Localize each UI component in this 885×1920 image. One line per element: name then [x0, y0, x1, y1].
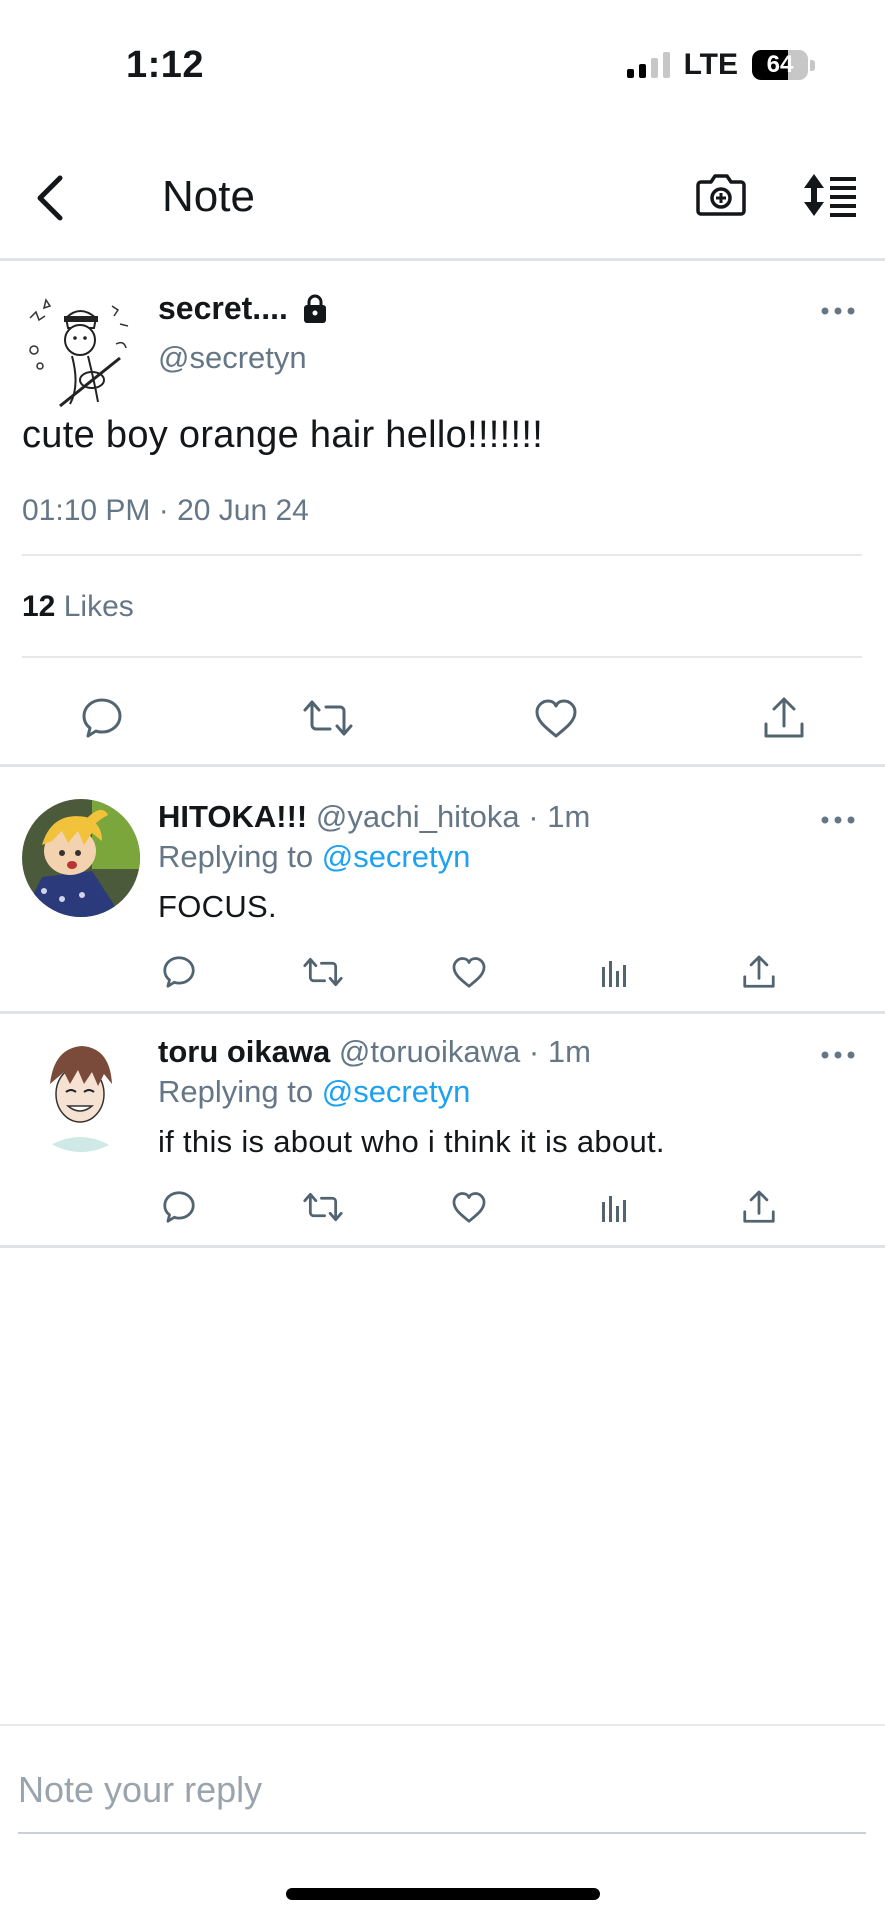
section-divider: [0, 1245, 885, 1248]
replying-to-label: Replying to: [158, 839, 314, 874]
heart-icon: [535, 699, 577, 738]
reply-author-name[interactable]: toru oikawa: [158, 1034, 330, 1069]
lock-icon: [300, 294, 330, 324]
reply-like-button[interactable]: [450, 1188, 488, 1226]
comment-icon: [82, 698, 122, 738]
reply-author-handle: @toruoikawa: [338, 1034, 521, 1069]
heart-icon: [452, 957, 486, 988]
reply-more-button[interactable]: [820, 813, 856, 827]
more-icon: [821, 307, 855, 315]
share-icon: [743, 955, 775, 988]
reply-author-name[interactable]: HITOKA!!!: [158, 799, 307, 834]
replying-to-label: Replying to: [158, 1074, 314, 1109]
retweet-icon: [303, 700, 353, 736]
reply-share-button[interactable]: [740, 953, 778, 991]
reply-time: · 1m: [528, 1034, 591, 1069]
reply-avatar[interactable]: [22, 799, 140, 917]
author-name[interactable]: secret....: [158, 290, 330, 327]
reply-item[interactable]: toru oikawa @toruoikawa · 1m Replying to…: [0, 1002, 885, 1234]
reply-comment-button[interactable]: [160, 1188, 198, 1226]
share-button[interactable]: [760, 694, 808, 742]
analytics-icon: [602, 1196, 626, 1222]
divider: [22, 656, 862, 658]
reply-analytics-button[interactable]: [596, 953, 634, 991]
anime-avatar-image: [22, 799, 140, 917]
back-button[interactable]: [30, 170, 70, 226]
sketch-avatar-image: [20, 288, 142, 410]
heart-icon: [452, 1192, 486, 1223]
status-icons: LTE 64: [626, 48, 815, 82]
likes-label: Likes: [63, 590, 134, 623]
replying-to-mention[interactable]: @secretyn: [322, 1074, 471, 1109]
reply-box-divider: [0, 1724, 885, 1726]
reply-input-underline: [18, 1832, 866, 1834]
battery-level: 64: [766, 51, 794, 78]
replying-to-mention[interactable]: @secretyn: [322, 839, 471, 874]
author-name-text: secret....: [158, 290, 288, 326]
note-actions: [0, 672, 885, 762]
note-timestamp: 01:10 PM · 20 Jun 24: [22, 494, 309, 527]
status-time: 1:12: [126, 44, 205, 86]
divider: [22, 554, 862, 556]
author-handle: @secretyn: [158, 340, 307, 375]
analytics-icon: [602, 961, 626, 987]
reply-author-handle: @yachi_hitoka: [315, 799, 520, 834]
reply-renote-button[interactable]: [302, 953, 343, 991]
home-indicator[interactable]: [286, 1888, 600, 1900]
reply-text: if this is about who i think it is about…: [158, 1124, 665, 1159]
like-button[interactable]: [532, 694, 580, 742]
retweet-icon: [303, 957, 343, 987]
sort-icon: [804, 174, 856, 217]
anime-avatar-image: [22, 1034, 140, 1152]
reply-comment-button[interactable]: [160, 953, 198, 991]
comment-icon: [163, 1191, 195, 1223]
author-avatar[interactable]: [20, 288, 142, 410]
battery-icon: 64: [752, 50, 815, 80]
network-label: LTE: [683, 48, 738, 81]
replying-to: Replying to @secretyn: [158, 1074, 470, 1110]
chevron-left-icon: [37, 175, 63, 221]
reply-time: · 1m: [528, 799, 591, 834]
comment-icon: [163, 956, 195, 988]
sort-button[interactable]: [800, 170, 860, 220]
reply-item[interactable]: HITOKA!!! @yachi_hitoka · 1m Replying to…: [0, 767, 885, 999]
likes-count[interactable]: 12 Likes: [22, 590, 134, 624]
replying-to: Replying to @secretyn: [158, 839, 470, 875]
reply-analytics-button[interactable]: [596, 1188, 634, 1226]
reply-header: toru oikawa @toruoikawa · 1m: [158, 1034, 591, 1070]
more-options-button[interactable]: [820, 304, 856, 318]
note-text: cute boy orange hair hello!!!!!!!: [22, 414, 544, 456]
reply-more-button[interactable]: [820, 1048, 856, 1062]
top-nav-bar: Note: [0, 140, 885, 260]
more-icon: [821, 1051, 855, 1059]
share-icon: [743, 1190, 775, 1223]
share-icon: [764, 697, 804, 738]
more-icon: [821, 816, 855, 824]
reply-input[interactable]: [18, 1760, 858, 1820]
reply-like-button[interactable]: [450, 953, 488, 991]
reply-actions: [0, 1188, 885, 1232]
header-divider: [0, 258, 885, 261]
camera-button[interactable]: [696, 168, 746, 220]
renote-button[interactable]: [302, 694, 353, 742]
reply-button[interactable]: [78, 694, 126, 742]
signal-icon: [626, 52, 670, 78]
reply-actions: [0, 953, 885, 997]
camera-plus-icon: [696, 174, 746, 216]
retweet-icon: [303, 1192, 343, 1222]
page-title: Note: [162, 172, 255, 221]
reply-avatar[interactable]: [22, 1034, 140, 1152]
reply-header: HITOKA!!! @yachi_hitoka · 1m: [158, 799, 590, 835]
reply-text: FOCUS.: [158, 889, 277, 924]
reply-renote-button[interactable]: [302, 1188, 343, 1226]
likes-number: 12: [22, 590, 56, 623]
reply-share-button[interactable]: [740, 1188, 778, 1226]
